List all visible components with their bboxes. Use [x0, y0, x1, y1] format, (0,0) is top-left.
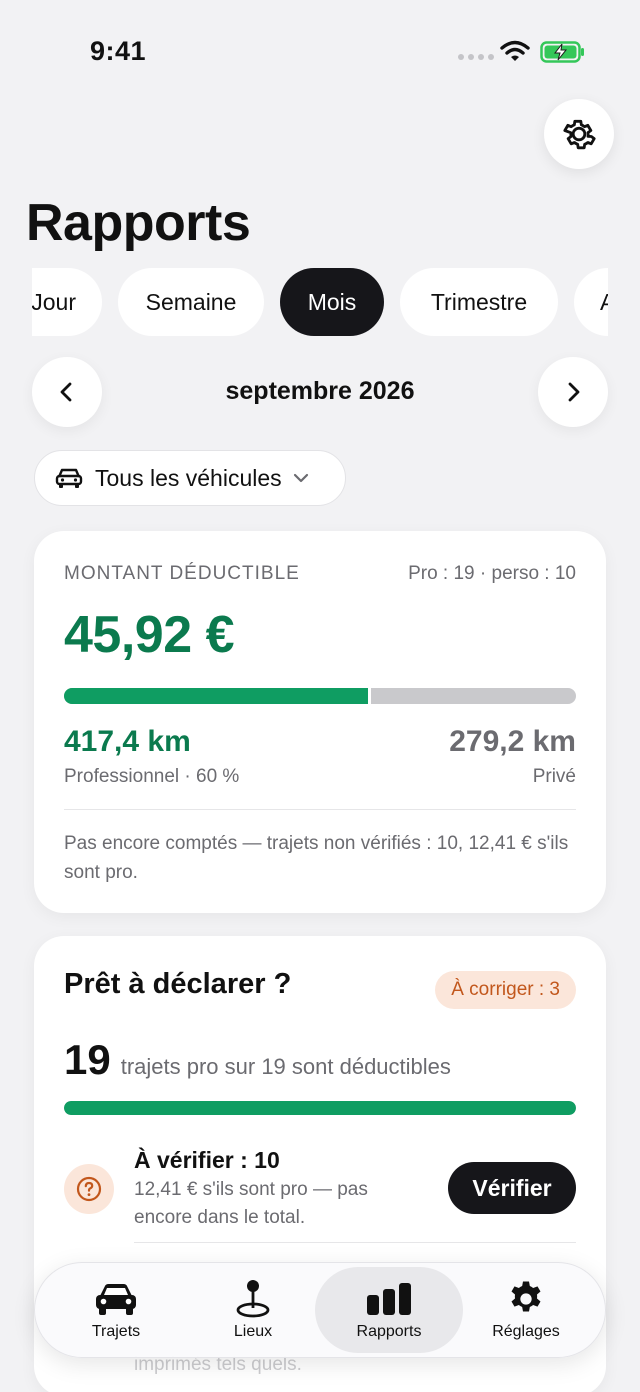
- tab-week[interactable]: Semaine: [118, 268, 264, 336]
- vehicle-filter-label: Tous les véhicules: [95, 464, 282, 491]
- pro-km-label: Professionnel · 60 %: [64, 766, 240, 787]
- bar-chart-icon: [367, 1283, 411, 1315]
- to-verify-title: À vérifier : 10: [134, 1147, 280, 1173]
- tab-reports[interactable]: Rapports: [315, 1267, 463, 1353]
- verify-button[interactable]: Vérifier: [448, 1162, 576, 1214]
- gear-icon: [511, 1281, 541, 1312]
- to-verify-description: 12,41 € s'ils sont pro — pas encore dans…: [134, 1179, 368, 1228]
- deductible-trips-summary: 19 trajets pro sur 19 sont déductibles: [64, 1036, 451, 1084]
- car-icon: [55, 468, 83, 488]
- deductible-trips-text: trajets pro sur 19 sont déductibles: [120, 1054, 451, 1079]
- deductible-card: MONTANT DÉDUCTIBLE Pro : 19 · perso : 10…: [34, 531, 606, 913]
- tab-trips-label: Trajets: [91, 1323, 141, 1340]
- chevron-down-icon: [293, 473, 308, 483]
- private-km-label: Privé: [532, 766, 576, 787]
- page-title: Rapports: [26, 194, 251, 252]
- tab-year[interactable]: Année: [574, 268, 608, 336]
- tab-day[interactable]: Jour: [32, 268, 102, 336]
- pro-private-ratio-bar: [64, 688, 576, 704]
- deductible-trips-count: 19: [64, 1036, 111, 1083]
- tab-places[interactable]: Lieux: [183, 1267, 323, 1353]
- wifi-icon: [500, 40, 530, 61]
- tab-reports-label: Rapports: [356, 1323, 422, 1340]
- divider: [64, 809, 576, 810]
- vehicle-filter-dropdown[interactable]: Tous les véhicules: [34, 450, 346, 506]
- settings-button[interactable]: [544, 99, 614, 169]
- tab-month[interactable]: Mois: [280, 268, 384, 336]
- pro-ratio-fill: [64, 688, 372, 704]
- pro-km: 417,4 km: [64, 725, 191, 758]
- battery-charging-icon: [540, 41, 584, 63]
- period-selector: Jour Semaine Mois Trimestre Année: [32, 268, 608, 338]
- divider: [134, 1242, 576, 1243]
- declare-progress-fill: [64, 1101, 576, 1115]
- tab-settings-label: Réglages: [492, 1323, 560, 1340]
- declare-progress-bar: [64, 1101, 576, 1115]
- gear-icon: [563, 119, 596, 150]
- deductible-label: MONTANT DÉDUCTIBLE: [64, 563, 300, 584]
- status-time: 9:41: [90, 36, 147, 66]
- chevron-right-icon: [568, 382, 580, 402]
- deductible-amount: 45,92 €: [64, 606, 235, 664]
- tab-settings[interactable]: Réglages: [455, 1267, 597, 1353]
- car-icon: [96, 1284, 136, 1315]
- declare-title: Prêt à déclarer ?: [64, 968, 292, 1000]
- private-km: 279,2 km: [449, 725, 576, 758]
- cellular-signal-icon: [458, 54, 494, 60]
- map-pin-icon: [236, 1280, 270, 1318]
- tab-trips[interactable]: Trajets: [45, 1267, 187, 1353]
- bottom-tab-bar: Trajets Lieux Rapports Réglages: [34, 1262, 606, 1358]
- trip-split: Pro : 19 · perso : 10: [408, 563, 576, 584]
- to-fix-badge[interactable]: À corriger : 3: [435, 971, 576, 1009]
- unverified-note: Pas encore comptés — trajets non vérifié…: [64, 833, 569, 883]
- tab-quarter[interactable]: Trimestre: [400, 268, 558, 336]
- status-bar: 9:41: [0, 0, 640, 100]
- next-month-button[interactable]: [538, 357, 608, 427]
- tab-places-label: Lieux: [233, 1323, 273, 1340]
- question-icon: [64, 1164, 114, 1214]
